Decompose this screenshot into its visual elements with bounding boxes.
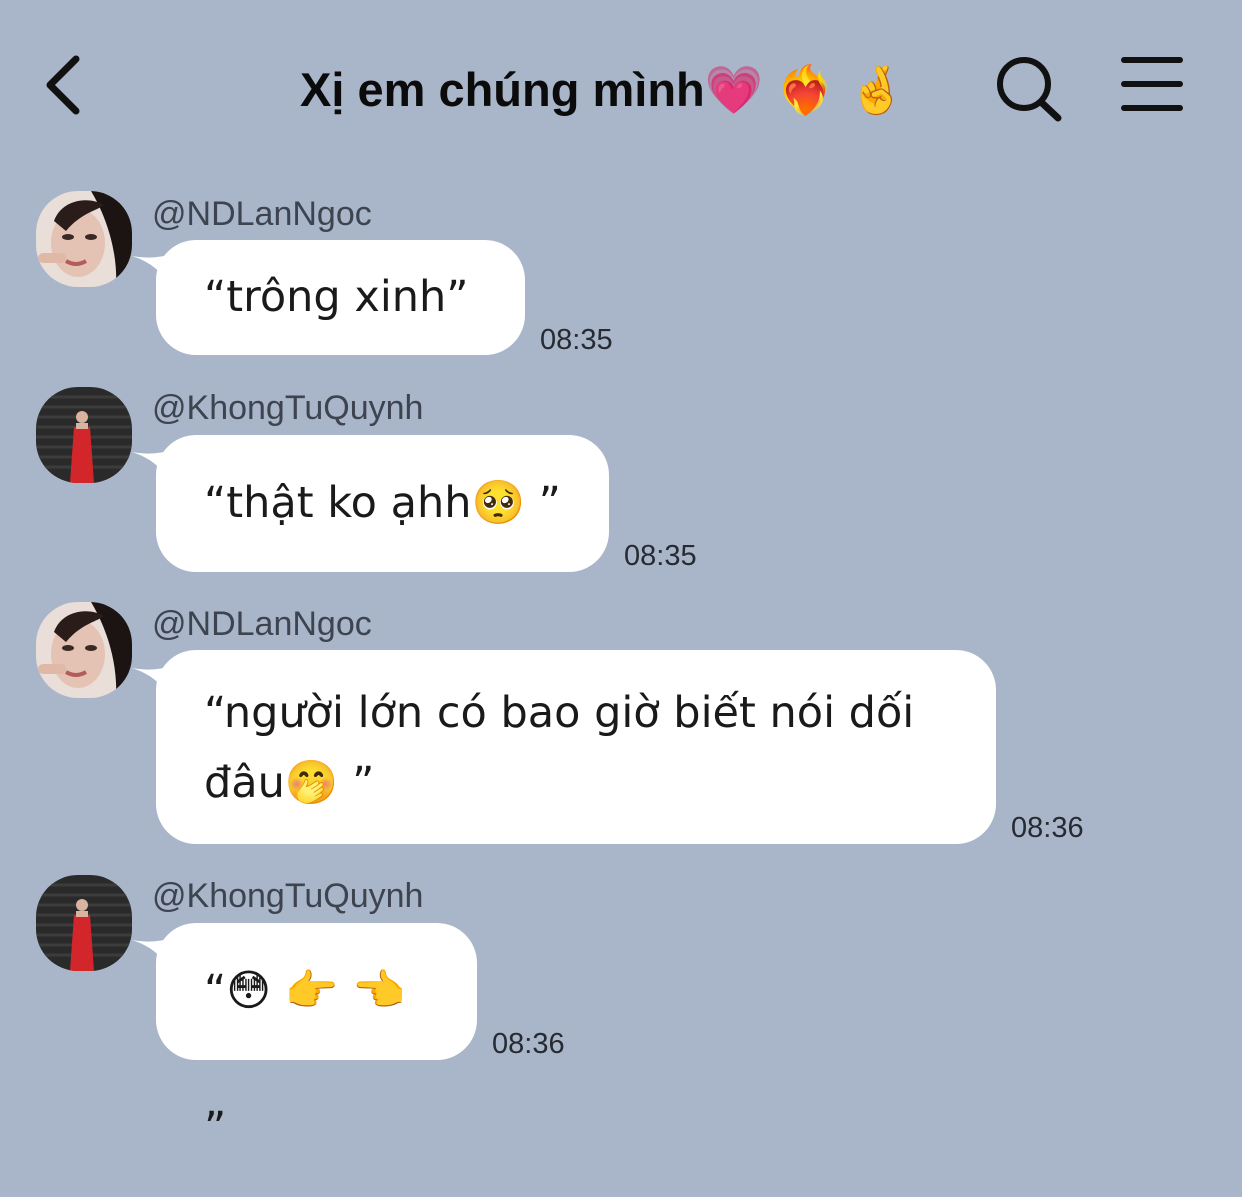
message-bubble[interactable]: “thật ko ạhh🥺 ” — [156, 435, 609, 572]
avatar-portrait-icon — [36, 602, 132, 698]
message-bubble[interactable]: “người lớn có bao giờ biết nói dối đâu🤭 … — [156, 650, 996, 844]
message-text: “người lớn có bao giờ biết nói dối đâu🤭 … — [204, 688, 928, 808]
message-text: “trông xinh” — [204, 272, 469, 322]
sender-name: @NDLanNgoc — [152, 195, 372, 233]
hamburger-menu-icon — [1121, 57, 1183, 111]
sender-name: @KhongTuQuynh — [152, 389, 424, 427]
message-text: “thật ko ạhh🥺 ” — [204, 478, 561, 528]
message-row: @KhongTuQuynh “😳 👉 👈 ” 08:36 — [0, 872, 1242, 1153]
message-bubble[interactable]: “trông xinh” — [156, 240, 525, 355]
message-time: 08:36 — [492, 1028, 565, 1060]
back-button[interactable] — [30, 45, 100, 125]
chevron-left-icon — [46, 55, 80, 115]
search-button[interactable] — [990, 50, 1070, 125]
message-row: @NDLanNgoc “trông xinh” 08:35 — [0, 188, 1242, 358]
message-time: 08:35 — [540, 324, 613, 356]
menu-button[interactable] — [1118, 52, 1188, 118]
chat-header: Xị em chúng mình💗 ❤️‍🔥 🤞 — [0, 0, 1242, 170]
message-text: “😳 👉 👈 ” — [204, 966, 420, 1153]
message-row: @NDLanNgoc “người lớn có bao giờ biết nó… — [0, 600, 1242, 850]
search-icon — [997, 57, 1062, 122]
avatar-portrait-icon — [36, 387, 132, 483]
message-time: 08:36 — [1011, 812, 1084, 844]
avatar-portrait-icon — [36, 191, 132, 287]
avatar-portrait-icon — [36, 875, 132, 971]
avatar[interactable] — [36, 602, 132, 698]
chat-title: Xị em chúng mình💗 ❤️‍🔥 🤞 — [300, 63, 907, 116]
message-row: @KhongTuQuynh “thật ko ạhh🥺 ” 08:35 — [0, 384, 1242, 574]
sender-name: @KhongTuQuynh — [152, 877, 424, 915]
message-bubble[interactable]: “😳 👉 👈 ” — [156, 923, 477, 1153]
avatar[interactable] — [36, 875, 132, 971]
avatar[interactable] — [36, 191, 132, 287]
avatar[interactable] — [36, 387, 132, 483]
message-time: 08:35 — [624, 540, 697, 572]
sender-name: @NDLanNgoc — [152, 605, 372, 643]
